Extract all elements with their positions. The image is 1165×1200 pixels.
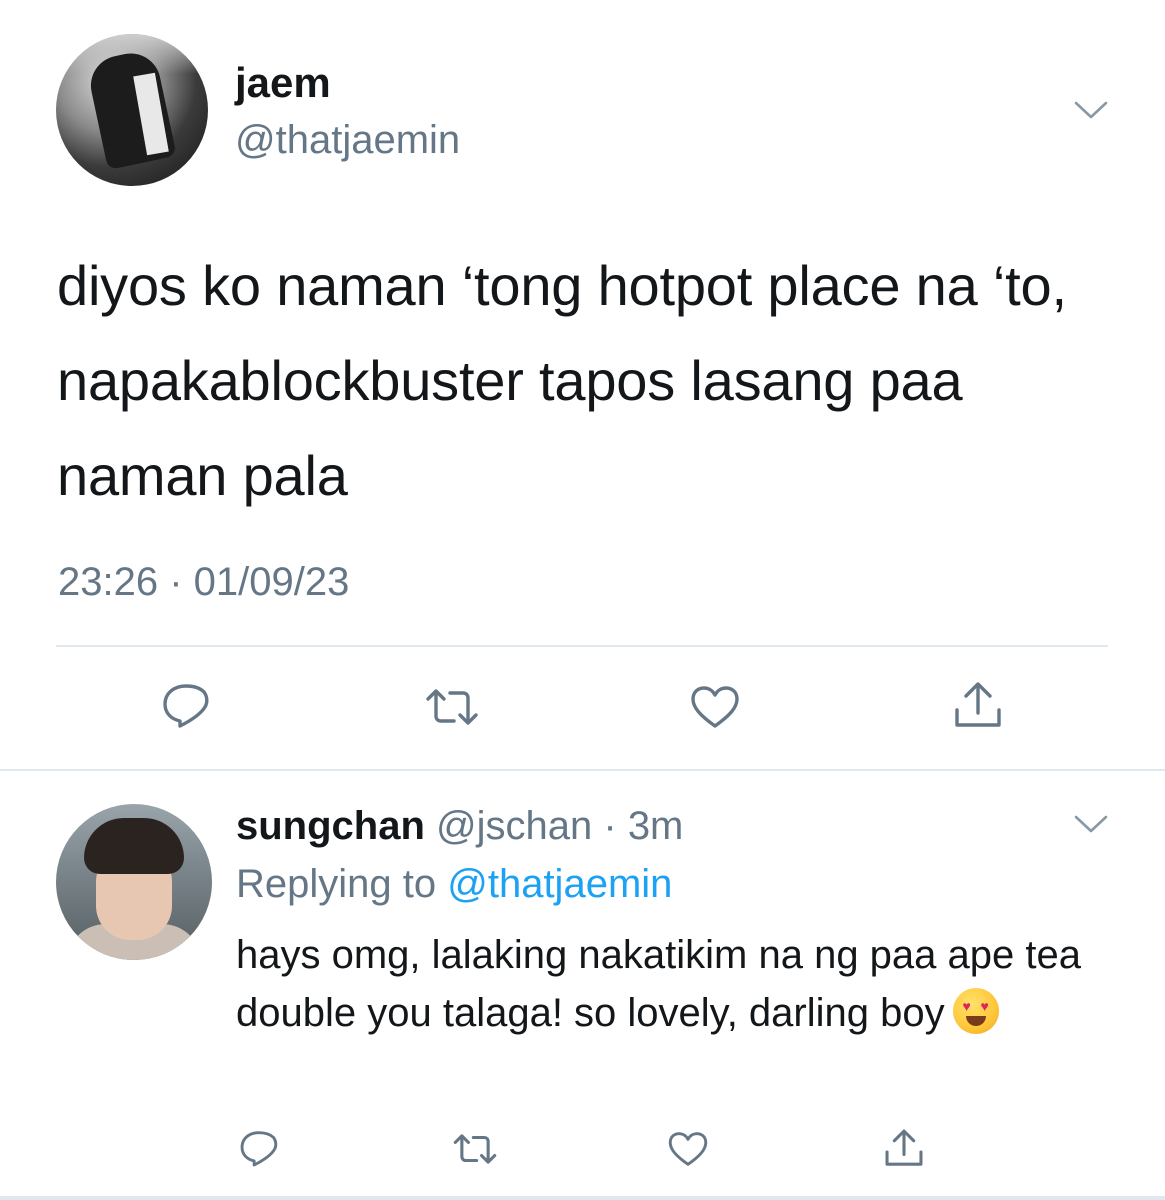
replying-mention-link[interactable]: @thatjaemin [447, 862, 672, 906]
replying-to: Replying to @thatjaemin [236, 862, 672, 906]
author-name[interactable]: jaem [235, 62, 331, 104]
divider [56, 645, 1108, 647]
reply-header: sungchan @jschan · 3m [236, 804, 683, 848]
replying-prefix: Replying to [236, 862, 448, 906]
tweet-text: diyos ko naman ‘tong hotpot place na ‘to… [57, 254, 1067, 507]
author-handle[interactable]: @thatjaemin [235, 120, 460, 160]
chevron-down-icon[interactable] [1073, 813, 1109, 835]
reply-time[interactable]: 3m [628, 804, 684, 848]
author-name[interactable]: sungchan [236, 804, 425, 848]
like-icon[interactable] [667, 1130, 709, 1168]
chevron-down-icon[interactable] [1073, 99, 1109, 121]
heart-eyes-emoji-icon: ♥ ♥ [952, 988, 999, 1034]
author-handle[interactable]: @jschan [436, 804, 592, 848]
divider [0, 769, 1165, 771]
retweet-icon[interactable] [424, 686, 480, 728]
share-icon[interactable] [883, 1127, 925, 1169]
divider [0, 1196, 1165, 1200]
avatar[interactable] [56, 804, 212, 960]
like-icon[interactable] [689, 684, 741, 730]
reply-text: hays omg, lalaking nakatikim na ng paa a… [236, 926, 1096, 1042]
meta-separator: · [592, 804, 628, 848]
share-icon[interactable] [952, 680, 1004, 730]
reply-icon[interactable] [238, 1129, 280, 1167]
retweet-icon[interactable] [452, 1131, 498, 1167]
reply-icon[interactable] [160, 682, 212, 728]
avatar[interactable] [56, 34, 208, 186]
tweet-timestamp[interactable]: 23:26 · 01/09/23 [58, 562, 349, 602]
